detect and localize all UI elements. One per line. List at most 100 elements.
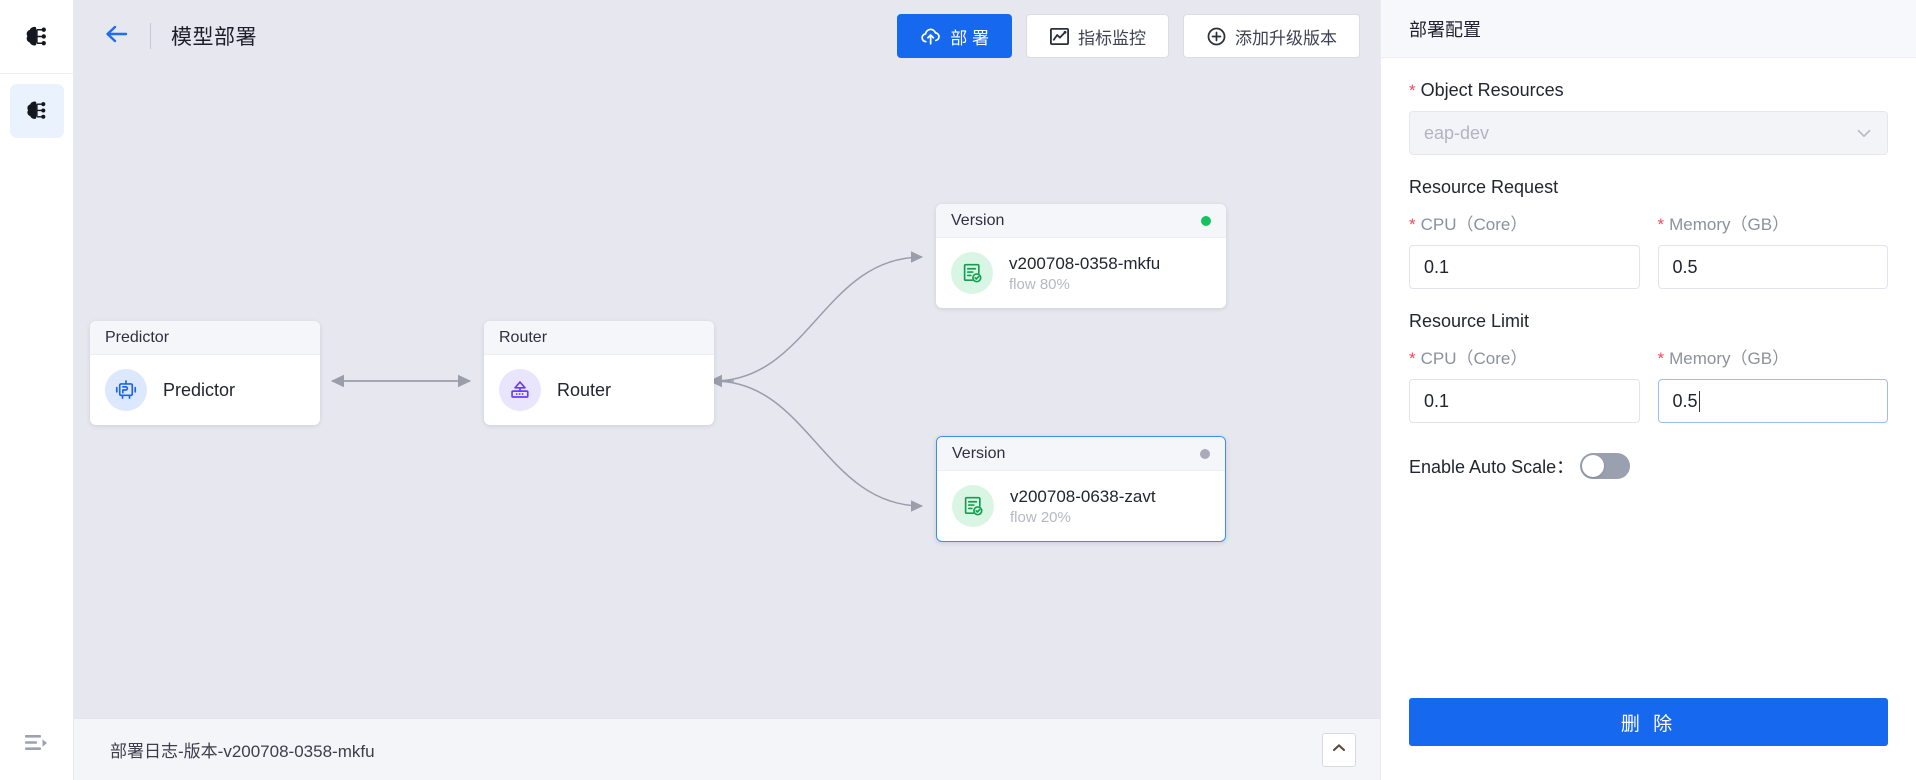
limit-cpu-label: * CPU（Core） (1409, 344, 1640, 369)
node-router-head-label: Router (499, 328, 548, 346)
version-check-icon (951, 252, 993, 294)
panel-footer: 删 除 (1381, 698, 1916, 780)
request-cpu-input[interactable]: 0.1 (1409, 245, 1640, 289)
brain-icon (10, 10, 64, 64)
resource-limit-row: * CPU（Core） 0.1 * Memory（GB） 0.5 (1409, 344, 1888, 423)
page-title: 模型部署 (171, 26, 257, 49)
required-marker: * (1409, 81, 1416, 100)
node-version-top-body: v200708-0358-mkfu flow 80% (936, 238, 1226, 308)
status-badge (1201, 215, 1211, 226)
limit-memory-label-text: Memory（GB） (1669, 349, 1790, 368)
object-resources-label-text: Object Resources (1420, 80, 1564, 100)
sidebar-toggle-icon (23, 732, 51, 759)
chevron-up-icon (1331, 741, 1347, 759)
main-column: 模型部署 部 署 指标监控 添加升级版本 Predictor Predictor… (74, 0, 1380, 780)
node-router-text: Router (557, 380, 611, 401)
version-check-icon (952, 485, 994, 527)
delete-button[interactable]: 删 除 (1409, 698, 1888, 746)
plus-circle-icon (1206, 26, 1227, 47)
required-marker: * (1657, 349, 1665, 368)
limit-memory-value: 0.5 (1672, 390, 1698, 411)
toolbar-actions: 部 署 指标监控 添加升级版本 (897, 14, 1360, 58)
limit-memory-label: * Memory（GB） (1658, 344, 1889, 369)
deploy-log-label: 部署日志-版本-v200708-0358-mkfu (110, 742, 375, 761)
text-caret (1698, 390, 1700, 412)
chevron-down-icon (1855, 123, 1873, 144)
request-cpu-group: * CPU（Core） 0.1 (1409, 210, 1640, 289)
node-version-bottom-title: v200708-0638-zavt (1010, 486, 1156, 506)
toolbar-divider (150, 23, 151, 49)
auto-scale-toggle-knob (1582, 455, 1605, 477)
request-memory-input[interactable]: 0.5 (1657, 245, 1888, 289)
auto-scale-row: Enable Auto Scale： (1409, 453, 1888, 479)
node-version-bottom-body: v200708-0638-zavt flow 20% (937, 471, 1225, 541)
node-predictor-header: Predictor (90, 321, 320, 355)
request-cpu-value: 0.1 (1424, 256, 1450, 277)
required-marker: * (1657, 215, 1665, 234)
flow-canvas[interactable]: Predictor Predictor Router Router Versio… (74, 72, 1380, 718)
metrics-monitor-button[interactable]: 指标监控 (1026, 14, 1169, 58)
rail-item-brain-2[interactable] (0, 74, 74, 148)
add-upgrade-version-button[interactable]: 添加升级版本 (1183, 14, 1360, 58)
predictor-icon (105, 369, 147, 411)
request-memory-label-text: Memory（GB） (1669, 215, 1790, 234)
chart-monitor-icon (1049, 26, 1070, 47)
request-memory-label: * Memory（GB） (1658, 210, 1889, 235)
brain-icon (9, 84, 64, 138)
node-router-body: Router (484, 355, 714, 425)
auto-scale-toggle[interactable] (1580, 453, 1631, 479)
node-predictor[interactable]: Predictor Predictor (90, 321, 320, 425)
node-predictor-body: Predictor (90, 355, 320, 425)
limit-memory-input[interactable]: 0.5 (1657, 379, 1888, 423)
node-router[interactable]: Router Router (484, 321, 714, 425)
node-version-bottom-head-label: Version (952, 444, 1006, 462)
limit-cpu-label-text: CPU（Core） (1420, 349, 1528, 368)
request-cpu-label-text: CPU（Core） (1420, 215, 1528, 234)
node-version-top-title: v200708-0358-mkfu (1009, 253, 1161, 273)
required-marker: * (1409, 215, 1416, 234)
request-memory-value: 0.5 (1672, 256, 1698, 277)
object-resources-select[interactable]: eap-dev (1409, 111, 1888, 155)
cloud-upload-icon (920, 26, 942, 46)
request-memory-group: * Memory（GB） 0.5 (1657, 210, 1889, 289)
deploy-config-title: 部署配置 (1381, 0, 1916, 58)
object-resources-value: eap-dev (1424, 122, 1490, 143)
back-button[interactable] (100, 19, 134, 53)
node-version-top-head-label: Version (951, 211, 1005, 229)
deploy-button-label: 部 署 (950, 28, 989, 48)
resource-request-section-label: Resource Request (1409, 177, 1559, 197)
app-root: 模型部署 部 署 指标监控 添加升级版本 Predictor Predictor… (0, 0, 1916, 780)
resource-limit-section-label: Resource Limit (1409, 311, 1530, 331)
required-marker: * (1409, 349, 1416, 368)
add-upgrade-version-label: 添加升级版本 (1235, 28, 1337, 48)
node-predictor-head-label: Predictor (105, 328, 170, 346)
node-version-top[interactable]: Version v200708-0358-mkfu flow 80% (936, 204, 1226, 308)
deploy-config-panel: 部署配置 * Object Resources eap-dev Resource… (1380, 0, 1916, 780)
node-version-top-text: v200708-0358-mkfu flow 80% (1009, 254, 1160, 293)
flow-canvas-inner: Predictor Predictor Router Router Versio… (74, 72, 1380, 718)
rail-item-brain-1[interactable] (0, 0, 74, 74)
status-badge (1200, 448, 1210, 459)
node-version-bottom-header: Version (937, 437, 1225, 471)
node-version-bottom-text: v200708-0638-zavt flow 20% (1010, 487, 1156, 526)
object-resources-label: * Object Resources (1409, 80, 1888, 101)
resource-request-row: * CPU（Core） 0.1 * Memory（GB） 0.5 (1409, 210, 1888, 289)
router-icon (499, 369, 541, 411)
node-predictor-text: Predictor (163, 380, 235, 401)
limit-cpu-group: * CPU（Core） 0.1 (1409, 344, 1640, 423)
deploy-button[interactable]: 部 署 (897, 14, 1012, 58)
node-version-top-header: Version (936, 204, 1226, 238)
request-cpu-label: * CPU（Core） (1409, 210, 1640, 235)
limit-cpu-value: 0.1 (1424, 390, 1450, 411)
limit-memory-group: * Memory（GB） 0.5 (1657, 344, 1889, 423)
left-rail (0, 0, 74, 780)
node-version-bottom[interactable]: Version v200708-0638-zavt flow 20% (936, 436, 1226, 542)
limit-cpu-input[interactable]: 0.1 (1409, 379, 1640, 423)
deploy-log-bar: 部署日志-版本-v200708-0358-mkfu (74, 718, 1380, 780)
collapse-sidebar-button[interactable] (0, 722, 74, 768)
top-toolbar: 模型部署 部 署 指标监控 添加升级版本 (74, 0, 1380, 72)
node-version-bottom-flow: flow 20% (1010, 508, 1071, 526)
auto-scale-label: Enable Auto Scale： (1409, 457, 1575, 477)
node-predictor-title: Predictor (163, 379, 236, 400)
expand-log-button[interactable] (1322, 732, 1356, 767)
